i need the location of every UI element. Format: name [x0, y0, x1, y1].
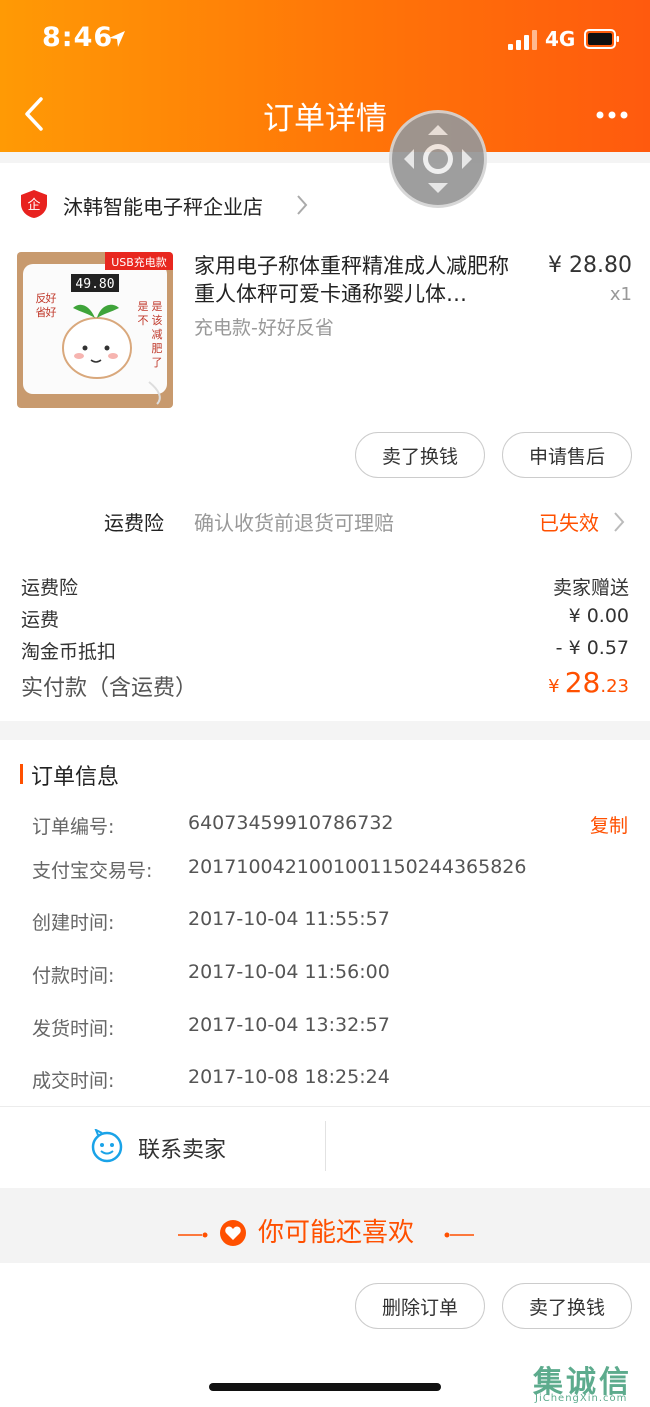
right-dash-ornament: [444, 1232, 474, 1238]
chat-face-icon[interactable]: [90, 1129, 124, 1163]
header-bar: 8:46 4G 订单详情: [0, 0, 650, 152]
deal-time-value: 2017-10-08 18:25:24: [188, 1066, 390, 1088]
order-info-card: 订单信息 订单编号: 64073459910786732 复制 支付宝交易号: …: [0, 740, 650, 1106]
shop-badge-icon: 企: [21, 190, 47, 218]
payment-time-label: 付款时间:: [32, 965, 115, 987]
chevron-right-icon[interactable]: [295, 194, 309, 216]
status-time: 8:46: [42, 22, 114, 53]
order-info-title: 订单信息: [31, 765, 120, 790]
product-title[interactable]: 家用电子称体重秤精准成人减肥称重人体秤可爱卡通称婴儿体…: [194, 252, 524, 308]
section-accent-bar: [20, 764, 23, 784]
fee-value: - ¥ 0.57: [555, 637, 629, 659]
left-dash-ornament: [178, 1232, 208, 1238]
more-icon[interactable]: [596, 110, 628, 120]
order-card: 企 沐韩智能电子秤企业店 USB充电款 49.80 是 不 是 该 减 肥 了 …: [0, 163, 650, 721]
battery-icon: [584, 29, 619, 49]
delete-order-button[interactable]: 删除订单: [355, 1283, 485, 1329]
product-price: ¥ 28.80: [548, 253, 632, 278]
svg-text:了: 了: [152, 356, 163, 369]
created-time-label: 创建时间:: [32, 912, 115, 934]
bottom-action-bar: 删除订单 卖了换钱 集诚信 JiChengXin.com: [0, 1263, 650, 1407]
svg-text:省: 省: [36, 306, 47, 319]
cell-signal-icon: [508, 30, 538, 50]
deal-time-label: 成交时间:: [32, 1070, 115, 1092]
svg-text:49.80: 49.80: [75, 277, 114, 292]
shipping-time-value: 2017-10-04 13:32:57: [188, 1014, 390, 1036]
svg-text:反: 反: [36, 292, 47, 305]
copy-button[interactable]: 复制: [590, 811, 628, 838]
shop-name[interactable]: 沐韩智能电子秤企业店: [63, 191, 263, 220]
recommend-title: 你可能还喜欢: [258, 1218, 415, 1248]
svg-text:不: 不: [138, 314, 149, 327]
svg-text:企: 企: [27, 197, 40, 213]
heart-icon: [220, 1220, 246, 1246]
svg-text:减: 减: [152, 328, 163, 341]
svg-text:该: 该: [152, 313, 163, 327]
shipping-insurance-status[interactable]: 已失效: [539, 507, 599, 536]
svg-text:是: 是: [138, 300, 149, 313]
watermark-logo: 集诚信 JiChengXin.com: [533, 1365, 632, 1404]
svg-text:好: 好: [46, 291, 57, 305]
home-indicator[interactable]: [209, 1383, 441, 1391]
shipping-time-label: 发货时间:: [32, 1018, 115, 1040]
fee-label: 淘金币抵扣: [21, 641, 117, 663]
alipay-trade-label: 支付宝交易号:: [32, 860, 153, 882]
location-arrow-icon: [109, 31, 125, 47]
total-paid-label: 实付款（含运费）: [21, 676, 198, 701]
svg-text:好: 好: [46, 305, 57, 319]
shipping-insurance-label: 运费险: [104, 511, 164, 535]
sell-for-cash-button[interactable]: 卖了换钱: [355, 432, 485, 478]
dpad-icon: [404, 125, 472, 193]
contact-seller-button[interactable]: 联系卖家: [138, 1132, 226, 1164]
fee-label: 运费: [21, 609, 60, 631]
divider: [325, 1121, 326, 1171]
page-title: 订单详情: [263, 101, 387, 137]
chevron-right-icon[interactable]: [612, 511, 626, 533]
contact-bar: 联系卖家: [0, 1106, 650, 1188]
recommend-header: 你可能还喜欢: [0, 1188, 650, 1263]
alipay-trade-value: 2017100421001001150244365826: [188, 856, 527, 878]
payment-time-value: 2017-10-04 11:56:00: [188, 961, 390, 983]
svg-text:USB充电款: USB充电款: [111, 255, 167, 269]
created-time-value: 2017-10-04 11:55:57: [188, 908, 390, 930]
product-thumbnail[interactable]: USB充电款 49.80 是 不 是 该 减 肥 了 好 好 反 省: [17, 252, 173, 408]
order-number-value: 64073459910786732: [188, 812, 394, 834]
sell-for-cash-button[interactable]: 卖了换钱: [502, 1283, 632, 1329]
svg-text:肥: 肥: [152, 342, 163, 355]
product-variant: 充电款-好好反省: [194, 317, 334, 339]
product-quantity: x1: [609, 284, 632, 305]
shipping-insurance-description: 确认收货前退货可理赔: [194, 511, 394, 535]
fee-label: 运费险: [21, 577, 79, 599]
fee-value: 卖家赠送: [552, 577, 629, 599]
total-paid-amount: ¥ 28.23: [548, 666, 629, 699]
fee-value: ¥ 0.00: [568, 605, 629, 627]
order-number-label: 订单编号:: [32, 816, 115, 838]
apply-after-sale-button[interactable]: 申请售后: [502, 432, 632, 478]
network-type: 4G: [545, 27, 576, 51]
assistive-touch-button[interactable]: [389, 110, 487, 208]
svg-text:是: 是: [152, 300, 163, 313]
